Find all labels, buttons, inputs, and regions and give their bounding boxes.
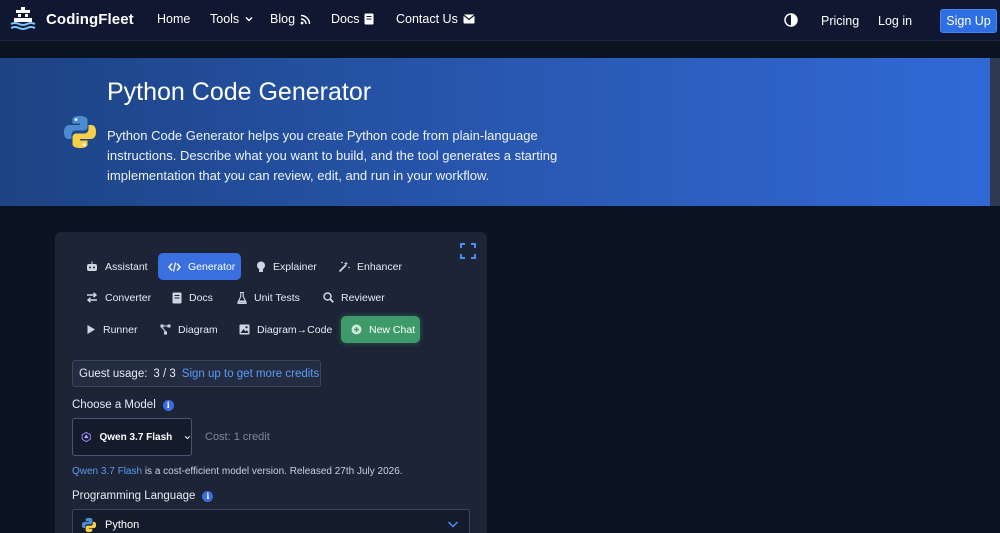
model-selected-value: Qwen 3.7 Flash [99,431,173,443]
magnifier-icon [323,292,334,303]
tab-enhancer-label: Enhancer [357,260,402,273]
language-label-text: Programming Language [72,490,196,502]
tab-diagram-label: Diagram [178,323,218,336]
tab-diagram-to-code-label: Diagram→Code [257,323,333,336]
python-logo-icon [64,116,96,148]
book-icon [364,13,374,25]
theme-toggle-icon[interactable] [784,13,798,27]
qwen-logo-icon [81,431,91,443]
ship-logo-icon [10,7,36,30]
model-note-link[interactable]: Qwen 3.7 Flash [72,466,142,477]
nav-home-link[interactable]: Home [157,12,190,26]
nav-home-label: Home [157,12,191,26]
tab-docs[interactable]: Docs [162,284,223,311]
lightbulb-icon [257,261,265,272]
new-chat-label: New Chat [369,323,416,336]
model-cost: Cost: 1 credit [205,431,270,443]
info-icon[interactable]: i [162,399,174,411]
usage-label: Guest usage: [79,367,148,380]
tab-generator-label: Generator [188,260,236,273]
page-description: Python Code Generator helps you create P… [107,128,558,183]
nav-pricing-label: Pricing [821,14,860,28]
tab-converter-label: Converter [105,291,152,304]
tool-panel: Assistant Generator Explainer Enhancer C… [55,232,487,533]
code-icon [168,261,181,272]
robot-icon [87,261,97,271]
image-icon [239,324,250,335]
tab-unit-tests[interactable]: Unit Tests [227,284,310,311]
tab-reviewer-label: Reviewer [341,291,385,304]
tab-generator[interactable]: Generator [158,253,241,280]
nav-tools-label: Tools [210,12,240,26]
diagram-icon [160,324,171,335]
tab-unit-tests-label: Unit Tests [254,291,300,304]
nav-docs-link[interactable]: Docs [331,12,374,26]
brand-name: CodingFleet [46,10,134,28]
nav-contact-label: Contact Us [396,12,458,26]
chevron-down-icon [447,521,459,528]
swap-icon [86,292,98,303]
tab-converter[interactable]: Converter [76,284,161,311]
fullscreen-icon[interactable] [460,243,476,259]
magic-wand-icon [338,261,350,272]
tab-diagram[interactable]: Diagram [150,316,228,343]
chevron-down-icon [245,17,253,22]
tab-enhancer[interactable]: Enhancer [328,253,412,280]
play-icon [87,325,95,334]
tab-reviewer[interactable]: Reviewer [313,284,395,311]
model-note: Qwen 3.7 Flash is a cost-efficient model… [72,466,403,477]
nav-blog-label: Blog [270,12,296,26]
nav-tools-dropdown[interactable]: Tools [210,12,254,26]
model-select[interactable]: Qwen 3.7 Flash [72,418,192,456]
tab-assistant[interactable]: Assistant [76,253,158,280]
page-title: Python Code Generator [107,78,372,106]
tab-explainer-label: Explainer [273,260,317,273]
model-label-text: Choose a Model [72,399,156,411]
language-label: Programming Language i [72,490,214,502]
language-selected-value: Python [105,518,140,531]
plus-circle-icon [351,324,362,335]
tab-explainer[interactable]: Explainer [246,253,327,280]
hero-scrollbar[interactable] [990,58,1000,206]
new-chat-button[interactable]: New Chat [341,316,420,343]
signup-button[interactable]: Sign Up [940,9,997,33]
tab-assistant-label: Assistant [105,260,148,273]
info-icon[interactable]: i [202,490,214,502]
language-select[interactable]: Python [72,509,470,533]
guest-usage-box: Guest usage: 3 / 3 Sign up to get more c… [72,360,321,387]
hero-banner: Python Code Generator Python Code Genera… [0,58,997,206]
book-icon [172,292,182,303]
nav-contact-link[interactable]: Contact Us [396,12,475,26]
tab-runner[interactable]: Runner [76,316,147,343]
nav-pricing-link[interactable]: Pricing [821,14,859,28]
model-note-text: is a cost-efficient model version. Relea… [142,466,403,477]
login-button[interactable]: Log in [878,14,912,28]
tab-diagram-to-code[interactable]: Diagram→Code [229,316,342,343]
tab-runner-label: Runner [103,323,138,336]
nav-blog-link[interactable]: Blog [270,12,311,26]
envelope-icon [462,14,475,24]
model-label: Choose a Model i [72,399,174,411]
tab-docs-label: Docs [189,291,213,304]
flask-icon [237,291,247,304]
usage-count: 3 / 3 [153,367,176,380]
chevron-down-icon [185,435,191,439]
brand-logo-link[interactable]: CodingFleet [8,4,134,34]
top-navbar: CodingFleet Home Tools Blog Docs Contact… [0,0,1000,41]
nav-docs-label: Docs [331,12,360,26]
rss-icon [300,14,311,24]
signup-credits-link[interactable]: Sign up to get more credits [182,368,319,380]
python-logo-icon [81,517,97,532]
